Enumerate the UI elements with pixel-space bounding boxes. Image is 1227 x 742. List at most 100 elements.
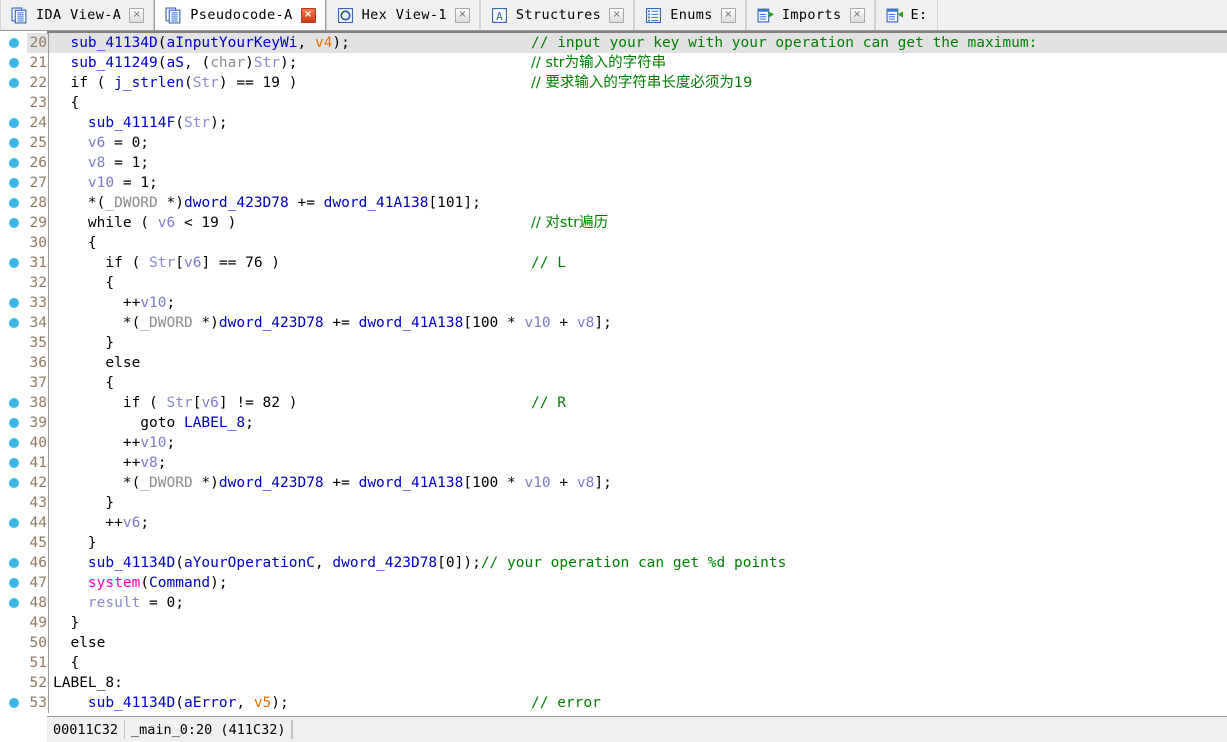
close-icon[interactable]: × (454, 7, 470, 23)
code-line[interactable]: 51 { (0, 653, 1227, 673)
code-line[interactable]: 38 if ( Str[v6] != 82 ) // R (0, 393, 1227, 413)
code-line[interactable]: 26 v8 = 1; (0, 153, 1227, 173)
line-marker-dot-icon[interactable] (0, 558, 27, 568)
breakpoint-dot-icon[interactable] (8, 138, 19, 148)
pseudocode-editor[interactable]: 20 sub_41134D(aInputYourKeyWi, v4); // in… (0, 31, 1227, 716)
code-text[interactable]: *(_DWORD *)dword_423D78 += dword_41A138[… (49, 193, 1227, 213)
line-marker-dot-icon[interactable] (0, 138, 27, 148)
breakpoint-dot-icon[interactable] (8, 438, 19, 448)
tab-pseudocode-a[interactable]: Pseudocode-A × (154, 0, 326, 30)
close-icon[interactable]: × (129, 7, 145, 23)
breakpoint-dot-icon[interactable] (8, 258, 19, 268)
code-line[interactable]: 43 } (0, 493, 1227, 513)
code-line[interactable]: 27 v10 = 1; (0, 173, 1227, 193)
code-text[interactable]: sub_41114F(Str); (49, 113, 1227, 133)
code-line[interactable]: 39 goto LABEL_8; (0, 413, 1227, 433)
breakpoint-dot-icon[interactable] (8, 698, 19, 708)
breakpoint-dot-icon[interactable] (8, 78, 19, 88)
code-text[interactable]: goto LABEL_8; (49, 413, 1227, 433)
code-line[interactable]: 24 sub_41114F(Str); (0, 113, 1227, 133)
breakpoint-dot-icon[interactable] (8, 598, 19, 608)
tab-imports[interactable]: Imports × (745, 0, 875, 30)
code-text[interactable]: else (49, 633, 1227, 653)
code-line[interactable]: 20 sub_41134D(aInputYourKeyWi, v4); // in… (0, 33, 1227, 53)
close-icon[interactable]: × (849, 7, 865, 23)
breakpoint-dot-icon[interactable] (8, 198, 19, 208)
close-icon[interactable]: × (720, 7, 736, 23)
code-line[interactable]: 35 } (0, 333, 1227, 353)
line-marker-dot-icon[interactable] (0, 398, 27, 408)
breakpoint-dot-icon[interactable] (8, 478, 19, 488)
tab-structures[interactable]: A Structures × (479, 0, 635, 30)
line-marker-dot-icon[interactable] (0, 158, 27, 168)
code-line[interactable]: 45 } (0, 533, 1227, 553)
code-text[interactable]: while ( v6 < 19 ) // 对str遍历 (49, 213, 1227, 233)
code-line[interactable]: 30 { (0, 233, 1227, 253)
code-text[interactable]: sub_41134D(aError, v5); // error (49, 693, 1227, 713)
line-marker-dot-icon[interactable] (0, 178, 27, 188)
line-marker-dot-icon[interactable] (0, 418, 27, 428)
breakpoint-dot-icon[interactable] (8, 178, 19, 188)
code-line[interactable]: 53 sub_41134D(aError, v5); // error (0, 693, 1227, 713)
view-tab-bar[interactable]: IDA View-A × Pseudocode-A × Hex View-1 × A Stru… (0, 0, 1227, 31)
code-line[interactable]: 50 else (0, 633, 1227, 653)
code-line[interactable]: 34 *(_DWORD *)dword_423D78 += dword_41A1… (0, 313, 1227, 333)
code-text[interactable]: *(_DWORD *)dword_423D78 += dword_41A138[… (49, 313, 1227, 333)
line-marker-dot-icon[interactable] (0, 118, 27, 128)
code-text[interactable]: ++v8; (49, 453, 1227, 473)
code-line[interactable]: 25 v6 = 0; (0, 133, 1227, 153)
breakpoint-dot-icon[interactable] (8, 118, 19, 128)
line-marker-dot-icon[interactable] (0, 78, 27, 88)
code-text[interactable]: if ( Str[v6] == 76 ) // L (49, 253, 1227, 273)
line-marker-dot-icon[interactable] (0, 258, 27, 268)
code-text[interactable]: v10 = 1; (49, 173, 1227, 193)
breakpoint-dot-icon[interactable] (8, 418, 19, 428)
code-line[interactable]: 52 LABEL_8: (0, 673, 1227, 693)
code-line-list[interactable]: 20 sub_41134D(aInputYourKeyWi, v4); // in… (0, 33, 1227, 713)
code-text[interactable]: sub_41134D(aInputYourKeyWi, v4); // input… (49, 33, 1227, 53)
breakpoint-dot-icon[interactable] (8, 38, 19, 48)
code-line[interactable]: 29 while ( v6 < 19 ) // 对str遍历 (0, 213, 1227, 233)
code-line[interactable]: 21 sub_411249(aS, (char)Str); // str为输入的字… (0, 53, 1227, 73)
code-line[interactable]: 33 ++v10; (0, 293, 1227, 313)
breakpoint-dot-icon[interactable] (8, 518, 19, 528)
code-line[interactable]: 22 if ( j_strlen(Str) == 19 ) // 要求输入的字符串… (0, 73, 1227, 93)
code-line[interactable]: 36 else (0, 353, 1227, 373)
line-marker-dot-icon[interactable] (0, 218, 27, 228)
code-line[interactable]: 32 { (0, 273, 1227, 293)
breakpoint-dot-icon[interactable] (8, 458, 19, 468)
code-line[interactable]: 48 result = 0; (0, 593, 1227, 613)
breakpoint-dot-icon[interactable] (8, 218, 19, 228)
breakpoint-dot-icon[interactable] (8, 158, 19, 168)
code-text[interactable]: ++v6; (49, 513, 1227, 533)
line-marker-dot-icon[interactable] (0, 198, 27, 208)
code-line[interactable]: 31 if ( Str[v6] == 76 ) // L (0, 253, 1227, 273)
code-text[interactable]: { (49, 93, 1227, 113)
line-marker-dot-icon[interactable] (0, 518, 27, 528)
code-text[interactable]: v8 = 1; (49, 153, 1227, 173)
code-line[interactable]: 40 ++v10; (0, 433, 1227, 453)
line-marker-dot-icon[interactable] (0, 598, 27, 608)
tab-e[interactable]: E: (874, 0, 938, 30)
line-marker-dot-icon[interactable] (0, 578, 27, 588)
code-line[interactable]: 49 } (0, 613, 1227, 633)
code-text[interactable]: } (49, 333, 1227, 353)
breakpoint-dot-icon[interactable] (8, 398, 19, 408)
line-marker-dot-icon[interactable] (0, 318, 27, 328)
line-marker-dot-icon[interactable] (0, 458, 27, 468)
line-marker-dot-icon[interactable] (0, 478, 27, 488)
code-text[interactable]: { (49, 273, 1227, 293)
line-marker-dot-icon[interactable] (0, 58, 27, 68)
line-marker-dot-icon[interactable] (0, 38, 27, 48)
code-text[interactable]: } (49, 533, 1227, 553)
line-marker-dot-icon[interactable] (0, 438, 27, 448)
code-line[interactable]: 47 system(Command); (0, 573, 1227, 593)
tab-enums[interactable]: Enums × (634, 0, 746, 30)
code-text[interactable]: system(Command); (49, 573, 1227, 593)
tab-hex-view-1[interactable]: Hex View-1 × (325, 0, 480, 30)
code-text[interactable]: { (49, 373, 1227, 393)
breakpoint-dot-icon[interactable] (8, 298, 19, 308)
code-line[interactable]: 23 { (0, 93, 1227, 113)
close-icon[interactable]: × (300, 7, 316, 23)
tab-ida-view-a[interactable]: IDA View-A × (0, 0, 155, 30)
